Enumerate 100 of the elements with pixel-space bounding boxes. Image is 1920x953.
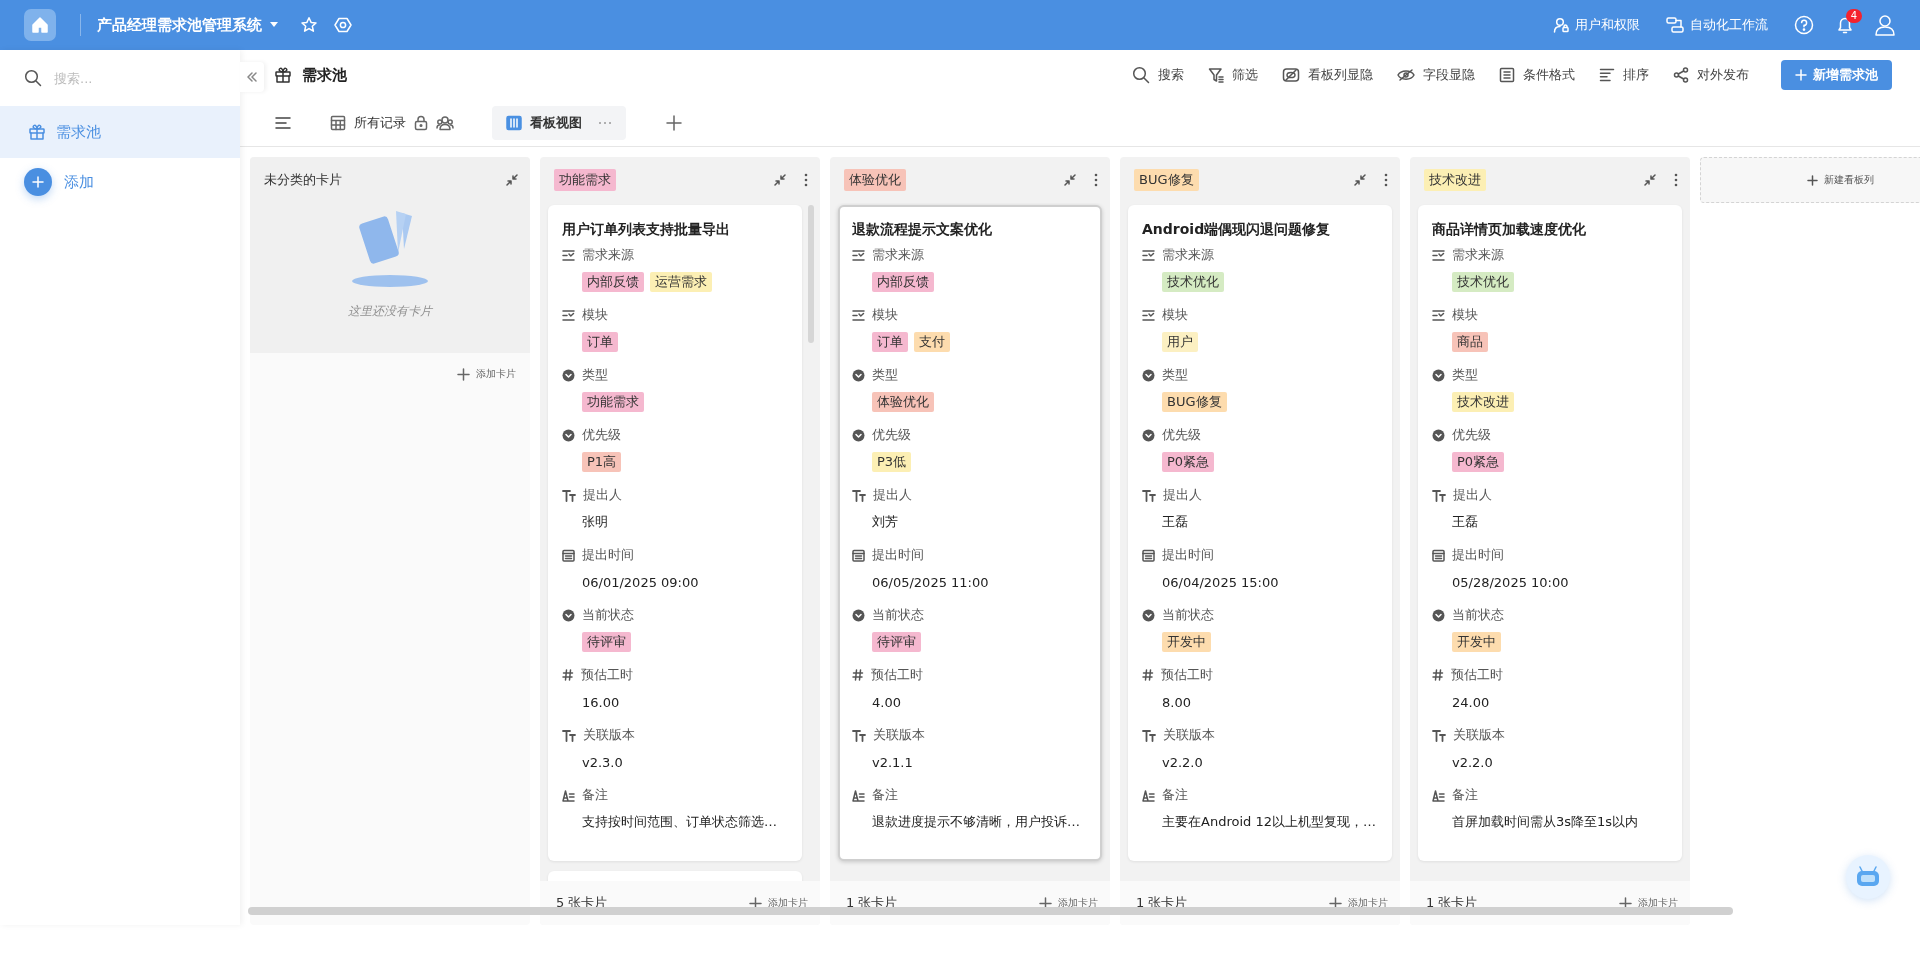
dropdown-circle-icon [852, 608, 865, 622]
tag: 订单 [872, 332, 908, 352]
field-label: 当前状态 [1452, 606, 1504, 624]
menu-icon [274, 115, 292, 131]
toolbar-button[interactable]: 条件格式 [1499, 66, 1575, 84]
list-icon [1142, 308, 1155, 322]
record-card[interactable]: Android端偶现闪退问题修复 需求来源 技术优化 模块 用户 类型 BUG修复 优先级 P0紧急 提出人 王磊 提出时间 06/04/2025 15:00 当前状态 开发中 预估工时 8.00 关联版本 v2.2.0 备注 主要在Android 12以上机型复现，… [1128, 205, 1392, 861]
field-label: 提出人 [1453, 486, 1492, 504]
collapse-icon [1064, 174, 1076, 186]
account-button[interactable] [1874, 14, 1896, 36]
field-value: v2.1.1 [872, 754, 913, 770]
collapse-button[interactable] [1644, 174, 1656, 186]
dropdown-circle-icon [562, 608, 575, 622]
table-icon [330, 115, 346, 131]
kanban-icon [506, 115, 522, 131]
home-button[interactable] [24, 9, 56, 41]
new-column-button[interactable]: 新建看板列 [1700, 157, 1920, 203]
record-card[interactable]: 退款流程提示文案优化 需求来源 内部反馈 模块 订单 支付 类型 体验优化 优先级 P3低 提出人 刘芳 提出时间 06/05/2025 11:00 当前状态 待评审 预估工时 4.00 关联版本 v2.1.1 备注 退款进度提示不够清晰，用户投诉… [838, 205, 1102, 861]
notification-badge: 4 [1846, 9, 1862, 23]
column-tag: 技术改进 [1424, 169, 1486, 191]
search-field[interactable]: 搜索... [52, 69, 206, 87]
column-menu-button[interactable] [1094, 173, 1098, 187]
record-card[interactable]: 商品详情页加载速度优化 需求来源 技术优化 模块 商品 类型 技术改进 优先级 P0紧急 提出人 王磊 提出时间 05/28/2025 10:00 当前状态 开发中 预估工时 24.00 关联版本 v2.2.0 备注 首屏加载时间需从3s降至1s以内 [1418, 205, 1682, 861]
text-type-icon [562, 488, 576, 502]
gift-icon [28, 123, 46, 141]
toolbar-button[interactable]: 筛选 [1208, 66, 1258, 84]
menu-button[interactable] [274, 115, 292, 131]
field-label: 类型 [1162, 366, 1188, 384]
field-label: 优先级 [1162, 426, 1201, 444]
more-icon [1674, 173, 1678, 187]
text-type-icon [1432, 728, 1446, 742]
collapse-sidebar-button[interactable] [240, 62, 264, 92]
more-icon [1094, 173, 1098, 187]
field-label: 模块 [1162, 306, 1188, 324]
add-card-button[interactable]: 添加卡片 [457, 367, 516, 381]
record-card[interactable]: 用户订单列表支持批量导出 需求来源 内部反馈 运营需求 模块 订单 类型 功能需求 优先级 P1高 提出人 张明 提出时间 06/01/2025 09:00 当前状态 待评审 预估工时 16.00 关联版本 v2.3.0 备注 支持按时间范围、订单状态筛选… [548, 205, 802, 861]
field-label: 优先级 [872, 426, 911, 444]
format-list-icon [1499, 67, 1515, 83]
list-icon [1142, 248, 1155, 262]
field-value: 24.00 [1452, 694, 1490, 710]
field-label: 模块 [872, 306, 898, 324]
toolbar-button[interactable]: 排序 [1599, 66, 1649, 84]
scrollbar[interactable] [808, 205, 814, 343]
column-menu-button[interactable] [1384, 173, 1388, 187]
tag: 开发中 [1162, 632, 1211, 652]
tag: 商品 [1452, 332, 1488, 352]
field-label: 关联版本 [1453, 726, 1505, 744]
toolbar-button[interactable]: 对外发布 [1673, 66, 1749, 84]
column-tag: 体验优化 [844, 169, 906, 191]
gift-icon [274, 66, 292, 84]
add-view-button[interactable] [666, 115, 682, 131]
tag: 待评审 [582, 632, 631, 652]
field-value: v2.2.0 [1452, 754, 1493, 770]
collapse-button[interactable] [506, 174, 518, 186]
view-tab[interactable]: 所有记录 [316, 106, 468, 140]
collapse-button[interactable] [1064, 174, 1076, 186]
add-card-button[interactable]: 添加卡片 [1619, 896, 1678, 910]
view-tab[interactable]: 看板视图 [492, 106, 626, 140]
help-button[interactable] [1794, 15, 1814, 35]
column-menu-button[interactable] [804, 173, 808, 187]
card-title: Android端偶现闪退问题修复 [1142, 221, 1332, 239]
collapse-icon [1644, 174, 1656, 186]
field-label: 类型 [872, 366, 898, 384]
toolbar-button[interactable]: 搜索 [1132, 66, 1184, 84]
add-card-button[interactable]: 添加卡片 [749, 896, 808, 910]
field-label: 提出人 [1163, 486, 1202, 504]
calendar-icon [1432, 548, 1445, 562]
tag: 订单 [582, 332, 618, 352]
list-icon [562, 248, 575, 262]
star-icon [300, 16, 318, 34]
more-icon [804, 173, 808, 187]
field-label: 备注 [1162, 786, 1188, 804]
tag: 内部反馈 [872, 272, 934, 292]
field-label: 当前状态 [1162, 606, 1214, 624]
people-icon [436, 115, 454, 131]
filter-icon [1208, 67, 1224, 83]
field-value: 8.00 [1162, 694, 1191, 710]
home-icon [31, 16, 49, 34]
toolbar-button[interactable]: 看板列显隐 [1282, 66, 1373, 84]
tag: 用户 [1162, 332, 1198, 352]
eye-icon [1397, 68, 1415, 82]
add-card-button[interactable]: 添加卡片 [1039, 896, 1098, 910]
scrollbar[interactable] [248, 907, 1733, 915]
user-lock-icon [1553, 17, 1569, 33]
settings-button[interactable] [334, 16, 352, 34]
plus-icon [1806, 174, 1818, 186]
collapse-button[interactable] [774, 174, 786, 186]
list-icon [562, 308, 575, 322]
add-card-button[interactable]: 添加卡片 [1329, 896, 1388, 910]
field-label: 提出人 [583, 486, 622, 504]
column-menu-button[interactable] [1674, 173, 1678, 187]
favorite-button[interactable] [300, 16, 318, 34]
toolbar-button[interactable]: 字段显隐 [1397, 66, 1475, 84]
tag: P3低 [872, 452, 912, 472]
dropdown-circle-icon [852, 368, 865, 382]
collapse-button[interactable] [1354, 174, 1366, 186]
paragraph-icon [1432, 788, 1445, 802]
empty-cards-icon [352, 209, 428, 289]
assistant-button[interactable] [1846, 855, 1890, 899]
field-label: 类型 [582, 366, 608, 384]
